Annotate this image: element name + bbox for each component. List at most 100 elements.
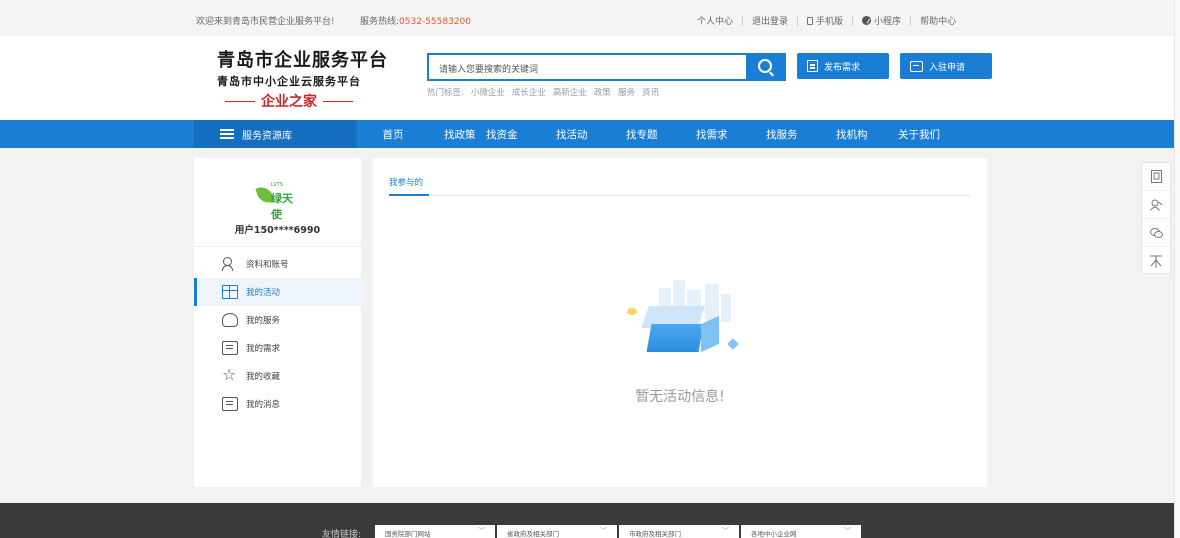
link-label: 小程序 <box>874 17 902 27</box>
search-button[interactable] <box>746 55 784 79</box>
nav-item-agencies[interactable]: 找机构 <box>836 127 898 142</box>
divider <box>194 246 361 247</box>
publish-demand-button[interactable]: 发布需求 <box>797 53 889 79</box>
user-icon <box>222 257 238 271</box>
logo-subtitle: 青岛市中小企业云服务平台 <box>217 75 361 88</box>
back-to-top-icon[interactable] <box>1142 247 1170 275</box>
site-logo[interactable]: 青岛市企业服务平台 青岛市中小企业云服务平台 企业之家 <box>217 46 388 111</box>
help-center-link[interactable]: 帮助中心 <box>920 14 956 27</box>
sidebar-item-label: 我的活动 <box>246 288 281 298</box>
star-icon <box>222 365 238 384</box>
search-icon <box>758 59 772 73</box>
button-label: 入驻申请 <box>929 62 966 73</box>
select-value: 省政府及相关部门 <box>507 530 559 538</box>
hot-tags: 热门标签: 小微企业 成长企业 高新企业 政策 服务 资讯 <box>427 86 659 98</box>
hot-tag[interactable]: 服务 <box>618 86 635 98</box>
nav-item-services[interactable]: 找服务 <box>766 127 836 142</box>
hot-tags-label: 热门标签: <box>427 88 464 98</box>
link-label: 手机版 <box>816 17 844 27</box>
miniprogram-link[interactable]: 小程序 <box>862 14 901 27</box>
menu-icon <box>220 129 234 139</box>
sidebar-item-label: 我的服务 <box>246 316 281 326</box>
chevron-down-icon: ﹀ <box>478 527 485 535</box>
hotline-label: 服务热线: <box>360 17 400 27</box>
logout-link[interactable]: 退出登录 <box>752 14 788 27</box>
hot-tag[interactable]: 小微企业 <box>471 86 505 98</box>
nav-item-policy[interactable]: 找政策 <box>416 127 486 142</box>
chevron-down-icon: ﹀ <box>600 527 607 535</box>
select-provincial-gov[interactable]: 省政府及相关部门 ﹀ <box>497 525 617 538</box>
sidebar-item-profile[interactable]: 资料和账号 <box>194 250 361 278</box>
user-sidebar: LVTS 绿天使 用户150****6990 资料和账号 我的活动 我的服务 我… <box>194 158 361 487</box>
link-label: 个人中心 <box>697 17 734 27</box>
divider <box>797 15 799 26</box>
username: 用户150****6990 <box>234 225 321 236</box>
search-input[interactable]: 请输入您要搜索的关键词 <box>439 62 538 75</box>
nav-item-funds[interactable]: 找资金 <box>486 127 556 142</box>
service-icon <box>222 313 238 327</box>
sidebar-item-my-messages[interactable]: 我的消息 <box>194 390 361 418</box>
divider <box>910 15 912 26</box>
sidebar-menu: 资料和账号 我的活动 我的服务 我的需求 我的收藏 我的消息 <box>194 250 361 418</box>
phone-icon <box>807 16 814 25</box>
link-label: 退出登录 <box>752 17 789 27</box>
message-icon <box>222 397 238 411</box>
sidebar-item-my-favorites[interactable]: 我的收藏 <box>194 362 361 390</box>
personal-center-link[interactable]: 个人中心 <box>697 14 733 27</box>
sidebar-item-my-demands[interactable]: 我的需求 <box>194 334 361 362</box>
search-box[interactable]: 请输入您要搜索的关键词 <box>427 53 786 81</box>
wechat-icon[interactable] <box>1142 219 1170 247</box>
header: 青岛市企业服务平台 青岛市中小企业云服务平台 企业之家 请输入您要搜索的关键词 … <box>0 36 1174 120</box>
footer: 友情链接: 国务院部门网站 ﹀ 省政府及相关部门 ﹀ 市政府及相关部门 ﹀ 各地中小企… <box>0 503 1174 538</box>
select-sme-sites[interactable]: 各地中小企业网 ﹀ <box>741 525 861 538</box>
hot-tag[interactable]: 政策 <box>594 86 611 98</box>
tab-participated[interactable]: 我参与的 <box>389 176 423 188</box>
slogan-text: 企业之家 <box>261 94 317 110</box>
select-state-council[interactable]: 国务院部门网站 ﹀ <box>375 525 495 538</box>
chevron-down-icon: ﹀ <box>844 527 851 535</box>
top-bar: 欢迎来到青岛市民营企业服务平台! 服务热线:0532-55583200 个人中心… <box>0 0 1174 36</box>
sidebar-item-label: 资料和账号 <box>246 260 289 270</box>
join-apply-button[interactable]: 入驻申请 <box>900 53 992 79</box>
select-value: 国务院部门网站 <box>385 530 431 538</box>
miniprogram-icon <box>862 16 872 25</box>
select-municipal-gov[interactable]: 市政府及相关部门 ﹀ <box>619 525 739 538</box>
nav-item-home[interactable]: 首页 <box>370 127 416 142</box>
document-icon[interactable] <box>1142 163 1170 191</box>
category-label: 服务资源库 <box>242 130 292 142</box>
divider <box>323 100 353 102</box>
main-content: 我参与的 暂无活动信息! <box>373 158 987 487</box>
nav-item-demands[interactable]: 找需求 <box>696 127 766 142</box>
select-value: 各地中小企业网 <box>751 530 797 538</box>
divider <box>742 15 744 26</box>
welcome-text: 欢迎来到青岛市民营企业服务平台! <box>196 17 335 27</box>
nav-item-activities[interactable]: 找活动 <box>556 127 626 142</box>
mobile-link[interactable]: 手机版 <box>807 14 843 27</box>
hot-tag[interactable]: 高新企业 <box>553 86 587 98</box>
company-logo: LVTS 绿天使 <box>254 180 300 221</box>
divider <box>225 100 255 102</box>
tab-divider <box>389 195 971 196</box>
logo-slogan: 企业之家 <box>217 91 388 111</box>
divider <box>852 15 854 26</box>
floating-toolbar <box>1141 162 1171 274</box>
nav-item-about[interactable]: 关于我们 <box>898 127 958 142</box>
link-label: 帮助中心 <box>920 17 957 27</box>
hotline-number: 0532-55583200 <box>399 17 472 27</box>
tab-active-indicator <box>389 194 429 196</box>
chevron-down-icon: ﹀ <box>722 527 729 535</box>
sidebar-item-my-activities[interactable]: 我的活动 <box>194 278 361 306</box>
page-scrollbar[interactable] <box>1174 0 1180 538</box>
user-service-icon[interactable] <box>1142 191 1170 219</box>
select-value: 市政府及相关部门 <box>629 530 681 538</box>
hot-tag[interactable]: 成长企业 <box>512 86 546 98</box>
button-label: 发布需求 <box>824 62 861 73</box>
sidebar-item-my-services[interactable]: 我的服务 <box>194 306 361 334</box>
nav-items: 首页 找政策 找资金 找活动 找专题 找需求 找服务 找机构 关于我们 <box>370 120 958 148</box>
top-links: 个人中心 退出登录 手机版 小程序 帮助中心 <box>697 14 956 27</box>
logo-title: 青岛市企业服务平台 <box>217 50 388 71</box>
service-category-menu[interactable]: 服务资源库 <box>194 120 357 148</box>
sidebar-item-label: 我的收藏 <box>246 372 281 382</box>
hot-tag[interactable]: 资讯 <box>642 86 659 98</box>
nav-item-topics[interactable]: 找专题 <box>626 127 696 142</box>
